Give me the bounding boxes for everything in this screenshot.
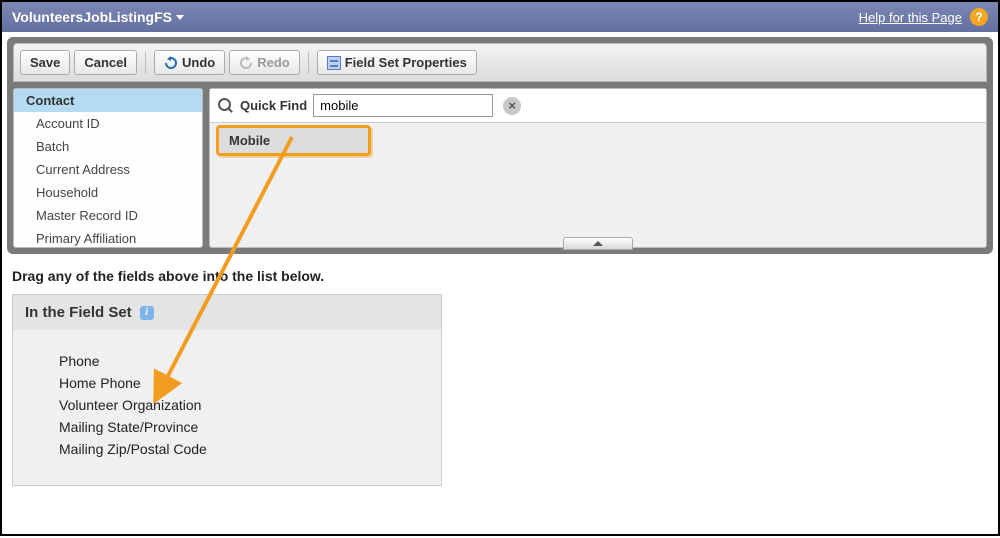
title-bar: VolunteersJobListingFS Help for this Pag… — [2, 2, 998, 32]
redo-button[interactable]: Redo — [229, 50, 300, 75]
field-set-properties-button[interactable]: Field Set Properties — [317, 50, 477, 75]
field-set-header: In the Field Set i — [13, 295, 441, 330]
title-right: Help for this Page ? — [859, 8, 988, 26]
object-tree[interactable]: Contact Account ID Batch Current Address… — [13, 88, 203, 248]
cancel-button[interactable]: Cancel — [74, 50, 137, 75]
quick-find-label: Quick Find — [240, 98, 307, 113]
undo-button[interactable]: Undo — [154, 50, 225, 75]
help-link[interactable]: Help for this Page — [859, 10, 962, 25]
instructions-text: Drag any of the fields above into the li… — [12, 268, 988, 284]
info-icon[interactable]: i — [140, 306, 154, 320]
field-set-container: In the Field Set i Phone Home Phone Volu… — [12, 294, 442, 486]
search-icon — [218, 98, 234, 114]
field-set-item[interactable]: Mailing State/Province — [59, 416, 431, 438]
help-icon[interactable]: ? — [970, 8, 988, 26]
tree-item[interactable]: Current Address — [14, 158, 202, 181]
page-title: VolunteersJobListingFS — [12, 9, 172, 25]
field-set-item[interactable]: Phone — [59, 350, 431, 372]
field-chip-mobile[interactable]: Mobile — [216, 125, 371, 156]
quick-find-row: Quick Find × — [210, 89, 986, 123]
clear-search-button[interactable]: × — [503, 97, 521, 115]
tree-item[interactable]: Batch — [14, 135, 202, 158]
chevron-down-icon — [176, 15, 184, 20]
field-set-item[interactable]: Volunteer Organization — [59, 394, 431, 416]
field-set-title: In the Field Set — [25, 304, 132, 321]
tree-item[interactable]: Account ID — [14, 112, 202, 135]
undo-label: Undo — [182, 55, 215, 70]
quick-find-input[interactable] — [313, 94, 493, 117]
field-set-body[interactable]: Phone Home Phone Volunteer Organization … — [13, 330, 441, 485]
save-button[interactable]: Save — [20, 50, 70, 75]
title-left[interactable]: VolunteersJobListingFS — [12, 9, 184, 25]
redo-icon — [239, 56, 253, 70]
tree-item[interactable]: Primary Affiliation — [14, 227, 202, 248]
field-palette: Quick Find × Mobile — [209, 88, 987, 248]
props-label: Field Set Properties — [345, 55, 467, 70]
field-set-item[interactable]: Home Phone — [59, 372, 431, 394]
chevron-up-icon — [593, 241, 603, 246]
tree-item-contact[interactable]: Contact — [14, 89, 202, 112]
tree-item[interactable]: Master Record ID — [14, 204, 202, 227]
properties-icon — [327, 56, 341, 70]
toolbar: Save Cancel Undo Redo Field Set Properti… — [13, 43, 987, 82]
divider — [145, 52, 146, 74]
tree-item[interactable]: Household — [14, 181, 202, 204]
collapse-handle[interactable] — [563, 237, 633, 250]
divider — [308, 52, 309, 74]
field-set-item[interactable]: Mailing Zip/Postal Code — [59, 438, 431, 460]
editor-body: Contact Account ID Batch Current Address… — [13, 88, 987, 248]
editor-panel: Save Cancel Undo Redo Field Set Properti… — [7, 37, 993, 254]
redo-label: Redo — [257, 55, 290, 70]
undo-icon — [164, 56, 178, 70]
